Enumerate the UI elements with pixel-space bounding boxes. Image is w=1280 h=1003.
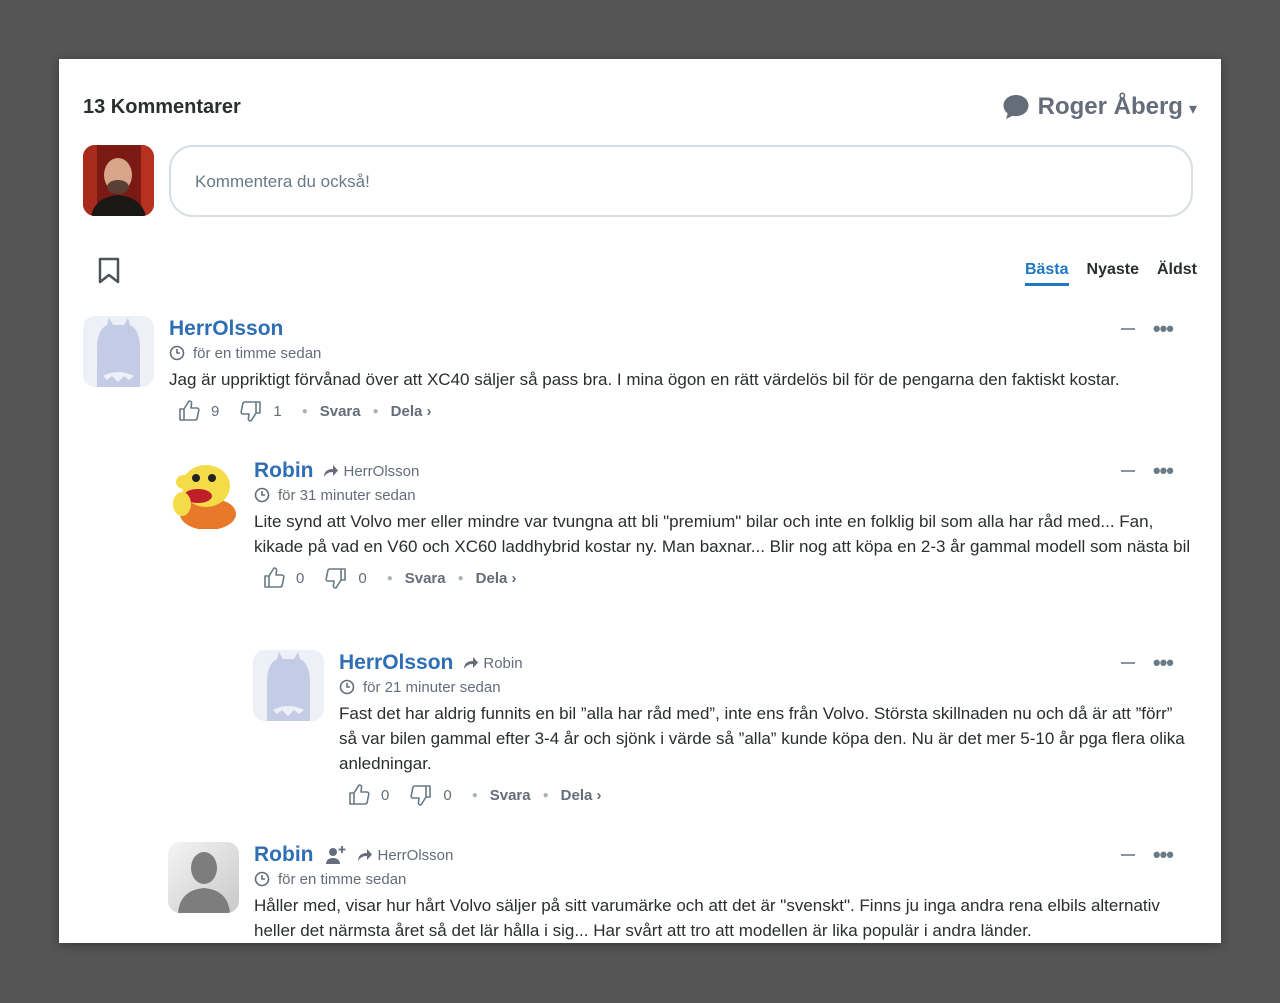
current-user-avatar [83,145,154,216]
share-button[interactable]: Dela › [476,570,517,587]
reply-button[interactable]: Svara [490,787,531,804]
chevron-down-icon: ▾ [1188,101,1197,118]
upvote-button[interactable]: 0 [262,566,304,590]
avatar[interactable] [168,842,239,913]
upvote-button[interactable]: 9 [177,399,219,423]
reply-button[interactable]: Svara [405,570,446,587]
comment: HerrOlsson för en timme sedan Jag är upp… [83,316,1193,436]
separator-dot: ● [542,789,549,801]
timestamp[interactable]: för 21 minuter sedan [363,679,501,696]
separator-dot: ● [372,405,379,417]
reply-to-name: HerrOlsson [377,846,454,864]
reply-to-name: Robin [483,654,523,672]
chat-bubble-icon [1003,95,1029,119]
downvote-button[interactable]: 0 [409,783,452,807]
tab-newest[interactable]: Nyaste [1087,261,1139,286]
downvote-count: 0 [443,786,452,804]
tab-best[interactable]: Bästa [1024,261,1069,286]
share-button[interactable]: Dela › [391,403,432,420]
reply-to-name: HerrOlsson [343,462,420,480]
avatar[interactable] [253,650,324,721]
thumbs-up-icon [264,567,285,588]
in-reply-to[interactable]: HerrOlsson [323,463,419,480]
tab-oldest[interactable]: Äldst [1157,261,1197,286]
more-options-icon[interactable]: ••• [1153,318,1174,340]
author-name[interactable]: HerrOlsson [339,651,453,675]
in-reply-to[interactable]: Robin [463,654,523,672]
separator-dot: ● [457,572,464,584]
collapse-icon[interactable] [1120,854,1135,856]
comment-text: Jag är uppriktigt förvånad över att XC40… [169,370,1120,389]
follow-user-icon[interactable] [325,845,347,865]
avatar[interactable] [83,316,154,387]
author-name[interactable]: Robin [254,843,313,867]
in-reply-to[interactable]: HerrOlsson [357,847,453,864]
thumbs-down-icon [410,785,432,806]
downvote-count: 1 [273,402,282,420]
thumbs-down-icon [325,568,347,589]
thumbs-up-icon [179,400,200,421]
user-name: Roger Åberg [1037,93,1183,120]
collapse-icon[interactable] [1120,328,1135,330]
comment: Robin HerrOlsson för 31 minuter sedan Li… [168,458,1193,628]
reply-arrow-icon [358,849,373,861]
upvote-count: 0 [296,569,305,587]
upvote-count: 0 [381,786,390,804]
reply-button[interactable]: Svara [320,403,361,420]
upvote-count: 9 [211,402,220,420]
more-options-icon[interactable]: ••• [1153,844,1174,866]
timestamp[interactable]: för en timme sedan [278,871,406,888]
avatar[interactable] [168,458,239,529]
separator-dot: ● [471,789,478,801]
comment-count: 13 Kommentarer [83,96,241,118]
user-menu[interactable]: Roger Åberg ▾ [1002,93,1197,121]
upvote-button[interactable]: 0 [347,783,389,807]
comment-text: Lite synd att Volvo mer eller mindre var… [254,512,1191,556]
clock-icon [169,345,185,361]
more-options-icon[interactable]: ••• [1153,460,1174,482]
downvote-button[interactable]: 0 [324,566,367,590]
comment-text: Fast det har aldrig funnits en bil ”alla… [339,704,1185,773]
reply-arrow-icon [464,657,479,669]
bookmark-icon[interactable] [97,257,121,290]
clock-icon [254,487,270,503]
clock-icon [339,679,355,695]
timestamp[interactable]: för en timme sedan [193,345,321,362]
more-options-icon[interactable]: ••• [1153,652,1174,674]
downvote-button[interactable]: 1 [239,399,282,423]
author-name[interactable]: Robin [254,459,313,483]
collapse-icon[interactable] [1120,470,1135,472]
comment: HerrOlsson Robin för 21 minuter sedan Fa… [253,650,1193,820]
share-button[interactable]: Dela › [561,787,602,804]
comment-text: Håller med, visar hur hårt Volvo säljer … [254,896,1160,940]
sort-tabs: Bästa Nyaste Äldst [1024,261,1197,286]
clock-icon [254,871,270,887]
reply-arrow-icon [324,465,339,477]
separator-dot: ● [301,405,308,417]
thumbs-up-icon [349,784,370,805]
author-name[interactable]: HerrOlsson [169,317,283,341]
separator-dot: ● [386,572,393,584]
thumbs-down-icon [240,401,262,422]
collapse-icon[interactable] [1120,662,1135,664]
timestamp[interactable]: för 31 minuter sedan [278,487,416,504]
comments-panel: 13 Kommentarer Roger Åberg ▾ Kommentera … [59,59,1221,943]
comment: Robin HerrOlsson för en timme sedan Håll… [168,842,1193,943]
comment-input[interactable]: Kommentera du också! [169,145,1193,217]
downvote-count: 0 [358,569,367,587]
